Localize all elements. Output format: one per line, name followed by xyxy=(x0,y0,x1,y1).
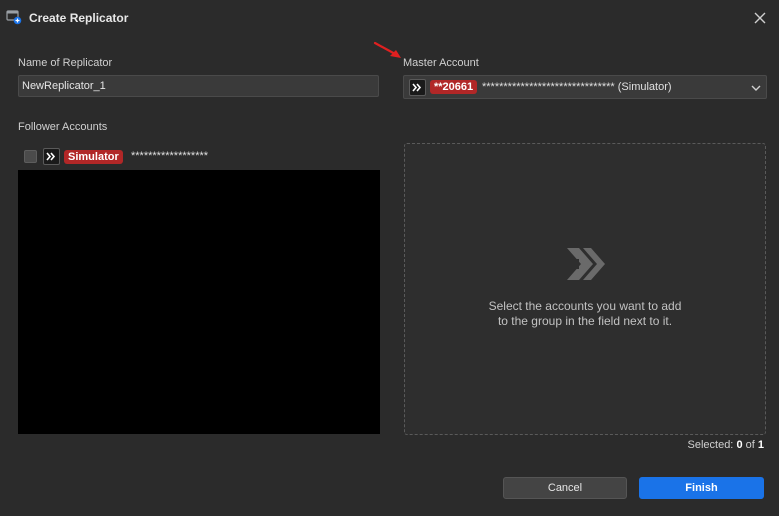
simulator-badge: Simulator xyxy=(64,150,123,164)
dropzone-hint: Select the accounts you want to add to t… xyxy=(405,299,765,329)
dropzone-hint-line1: Select the accounts you want to add xyxy=(488,299,682,313)
list-item[interactable]: Simulator ****************** xyxy=(18,143,380,170)
annotation-arrow-icon xyxy=(372,40,406,62)
master-account-masked: ******************************* (Simulat… xyxy=(482,81,672,93)
selected-number: 0 xyxy=(736,439,743,451)
selected-of: of xyxy=(745,439,755,451)
master-account-select[interactable]: **20661 ******************************* … xyxy=(403,75,767,99)
follower-accounts-label: Follower Accounts xyxy=(18,121,108,133)
follower-checkbox[interactable] xyxy=(24,150,37,163)
master-account-label: Master Account xyxy=(403,57,479,69)
master-account-id-badge: **20661 xyxy=(430,80,478,94)
close-icon[interactable] xyxy=(752,10,768,26)
follower-account-masked: ****************** xyxy=(131,150,209,162)
finish-button[interactable]: Finish xyxy=(639,477,764,499)
selected-prefix: Selected: xyxy=(687,439,734,451)
dropzone-hint-line2: to the group in the field next to it. xyxy=(497,314,673,328)
selected-count: Selected: 0 of 1 xyxy=(600,439,765,451)
cancel-button[interactable]: Cancel xyxy=(503,477,627,499)
double-chevron-right-icon xyxy=(563,244,607,284)
follower-accounts-list[interactable]: Simulator ****************** xyxy=(18,143,380,434)
name-label: Name of Replicator xyxy=(18,57,113,69)
selected-accounts-dropzone[interactable]: Select the accounts you want to add to t… xyxy=(404,143,766,435)
selected-total: 1 xyxy=(757,439,764,451)
title-bar: Create Replicator xyxy=(0,0,779,36)
account-logo-icon xyxy=(409,79,426,96)
replicator-name-input[interactable] xyxy=(18,75,379,97)
account-logo-icon xyxy=(43,148,60,165)
dialog-title: Create Replicator xyxy=(29,11,129,25)
chevron-down-icon[interactable] xyxy=(751,82,761,92)
replicator-app-icon xyxy=(6,9,22,25)
